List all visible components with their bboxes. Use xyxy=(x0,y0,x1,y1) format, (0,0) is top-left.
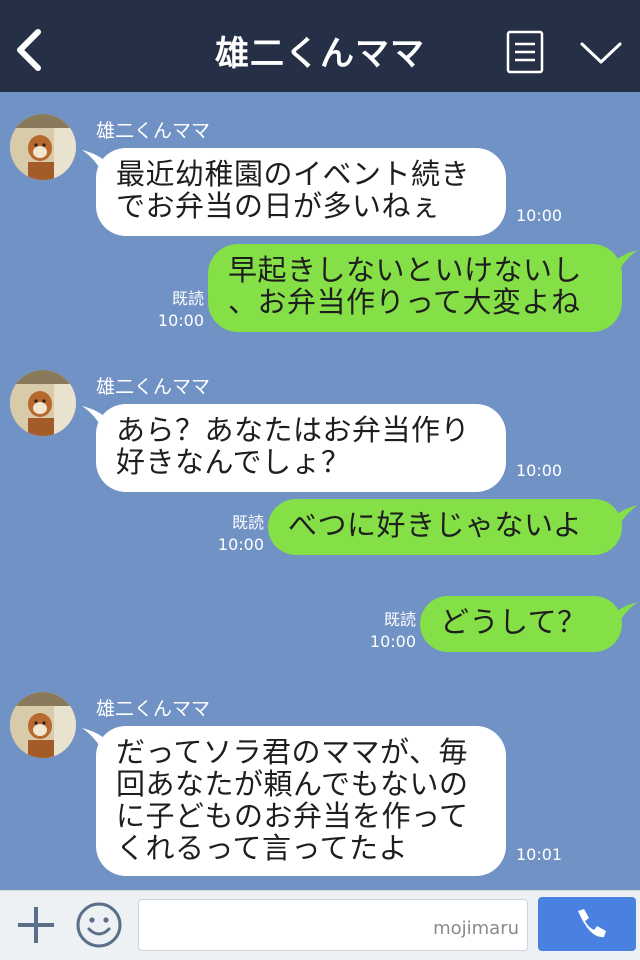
message-bubble-outgoing[interactable]: べつに好きじゃないよ xyxy=(268,499,622,555)
dog-photo-icon xyxy=(10,692,76,758)
avatar[interactable] xyxy=(10,114,76,180)
menu-button[interactable] xyxy=(506,30,544,74)
chevron-left-icon xyxy=(17,29,41,71)
message-line: 好きなんでしょ？ xyxy=(116,445,351,479)
message-bubble-incoming[interactable]: だってソラ君のママが、毎 回あなたが頼んでもないの に子どものお弁当を作って く… xyxy=(96,726,506,876)
message-time: 10:00 xyxy=(157,311,204,330)
read-receipt: 既読 xyxy=(171,289,204,308)
message-line: くれるって言ってたよ xyxy=(116,831,409,865)
message-bubble-incoming[interactable]: 最近幼稚園のイベント続き でお弁当の日が多いねぇ xyxy=(96,148,506,236)
chat-title: 雄二くんママ xyxy=(215,34,425,74)
message-line: 早起きしないといけないし xyxy=(228,253,583,287)
message-meta: 既読 10:00 xyxy=(200,512,264,556)
message-time: 10:00 xyxy=(369,632,416,651)
message-line: べつに好きじゃないよ xyxy=(288,508,583,542)
message-line: に子どものお弁当を作って xyxy=(116,799,469,833)
emoji-icon xyxy=(76,902,122,948)
input-bar: mojimaru xyxy=(0,890,640,960)
message-meta: 既読 10:00 xyxy=(140,288,204,332)
call-button[interactable] xyxy=(538,897,636,951)
message-line: 、お弁当作りって大変よね xyxy=(228,285,581,319)
bubble-tail xyxy=(614,505,638,527)
back-button[interactable] xyxy=(8,24,52,76)
message-line: あら？あなたはお弁当作り xyxy=(116,413,471,447)
sender-name: 雄二くんママ xyxy=(96,376,211,398)
plus-icon xyxy=(18,907,54,943)
message-line: どうして？ xyxy=(440,605,587,639)
message-line: 回あなたが頼んでもないの xyxy=(116,767,469,801)
message-meta: 既読 10:00 xyxy=(352,609,416,653)
sender-name: 雄二くんママ xyxy=(96,698,211,720)
chat-area[interactable]: 雄二くんママ 最近幼稚園のイベント続き でお弁当の日が多いねぇ 10:00 早起… xyxy=(0,92,640,890)
bubble-tail xyxy=(614,602,638,624)
message-time: 10:01 xyxy=(516,845,563,864)
message-line: だってソラ君のママが、毎 xyxy=(116,735,468,769)
message-bubble-incoming[interactable]: あら？あなたはお弁当作り 好きなんでしょ？ xyxy=(96,404,506,492)
read-receipt: 既読 xyxy=(231,513,264,532)
expand-button[interactable] xyxy=(578,36,624,70)
emoji-button[interactable] xyxy=(74,900,124,950)
sender-name: 雄二くんママ xyxy=(96,120,211,142)
avatar[interactable] xyxy=(10,692,76,758)
message-bubble-outgoing[interactable]: どうして？ xyxy=(420,596,622,652)
bubble-tail xyxy=(614,250,638,272)
avatar[interactable] xyxy=(10,370,76,436)
message-time: 10:00 xyxy=(516,461,563,480)
message-time: 10:00 xyxy=(516,206,563,225)
chevron-down-icon xyxy=(580,42,622,64)
chat-header: 雄二くんママ xyxy=(0,0,640,92)
read-receipt: 既読 xyxy=(383,610,416,629)
dog-photo-icon xyxy=(10,114,76,180)
message-line: 最近幼稚園のイベント続き xyxy=(116,157,471,191)
message-line: でお弁当の日が多いねぇ xyxy=(116,189,441,223)
menu-list-icon xyxy=(506,30,544,74)
add-button[interactable] xyxy=(14,903,58,947)
dog-photo-icon xyxy=(10,370,76,436)
message-bubble-outgoing[interactable]: 早起きしないといけないし 、お弁当作りって大変よね xyxy=(208,244,622,332)
watermark-text: mojimaru xyxy=(433,918,519,939)
phone-icon xyxy=(578,909,606,938)
message-input[interactable]: mojimaru xyxy=(138,899,528,951)
message-time: 10:00 xyxy=(217,535,264,554)
